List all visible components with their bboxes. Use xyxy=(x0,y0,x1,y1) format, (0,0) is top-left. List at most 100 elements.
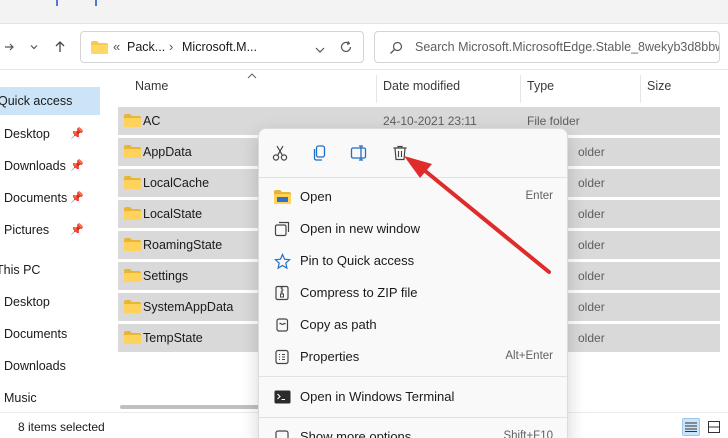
menu-item-open-new-window[interactable]: Open in new window xyxy=(263,213,565,244)
menu-item-properties[interactable]: Properties Alt+Enter xyxy=(263,341,565,372)
context-quick-actions xyxy=(259,129,567,177)
zip-icon xyxy=(273,284,291,302)
row-name: LocalCache xyxy=(143,176,210,190)
folder-icon xyxy=(124,145,141,161)
folder-icon xyxy=(124,207,141,223)
column-divider[interactable] xyxy=(640,75,641,103)
breadcrumb-chevron-icon[interactable]: › xyxy=(169,39,173,54)
folder-icon xyxy=(124,331,141,347)
breadcrumb-overflow-icon[interactable]: « xyxy=(113,39,120,54)
menu-item-label: Open in Windows Terminal xyxy=(300,389,455,404)
tiles-view-icon[interactable] xyxy=(705,418,723,436)
row-type: older xyxy=(578,300,605,314)
pin-icon: 📌 xyxy=(70,224,84,236)
menu-item-label: Pin to Quick access xyxy=(300,253,415,268)
sidebar-item-pc-music[interactable]: Music xyxy=(0,384,100,412)
copy-path-icon xyxy=(273,316,291,334)
menu-item-label: Properties xyxy=(300,349,360,364)
menu-divider xyxy=(259,417,567,418)
row-name: SystemAppData xyxy=(143,300,234,314)
menu-item-open-windows-terminal[interactable]: Open in Windows Terminal xyxy=(263,381,565,412)
row-type: older xyxy=(578,238,605,252)
search-placeholder: Search Microsoft.MicrosoftEdge.Stable_8w… xyxy=(415,40,720,54)
up-arrow-icon[interactable] xyxy=(51,38,69,56)
column-header-date-modified[interactable]: Date modified xyxy=(383,79,460,93)
folder-icon xyxy=(124,238,141,254)
sidebar-item-label: Downloads xyxy=(4,359,66,373)
delete-icon[interactable] xyxy=(387,141,413,165)
sidebar-item-label: Documents xyxy=(4,327,68,341)
menu-item-label: Open xyxy=(300,189,332,204)
pin-icon: 📌 xyxy=(70,128,84,140)
row-name: TempState xyxy=(143,331,203,345)
row-type: older xyxy=(578,207,605,221)
folder-icon xyxy=(124,269,141,285)
sidebar-item-downloads[interactable]: Downloads 📌 xyxy=(0,152,100,180)
breadcrumb-item[interactable]: Pack... xyxy=(127,40,165,54)
menu-divider xyxy=(259,177,567,178)
search-icon xyxy=(389,41,403,58)
title-bar-tab-edge xyxy=(95,0,97,6)
menu-item-label: Open in new window xyxy=(300,221,420,236)
breadcrumb-item[interactable]: Microsoft.M... xyxy=(182,40,257,54)
title-bar-strip xyxy=(0,0,728,24)
column-header-size[interactable]: Size xyxy=(647,79,671,93)
new-window-icon xyxy=(273,220,291,238)
menu-item-open[interactable]: Open Enter xyxy=(263,181,565,212)
folder-open-icon xyxy=(273,188,291,206)
row-name: AC xyxy=(143,114,161,128)
pin-icon: 📌 xyxy=(70,192,84,204)
sidebar-item-pc-documents[interactable]: Documents xyxy=(0,320,100,348)
context-menu: Open Enter Open in new window Pin to Qui… xyxy=(258,128,568,438)
column-divider[interactable] xyxy=(376,75,377,103)
sidebar-item-desktop[interactable]: Desktop 📌 xyxy=(0,120,100,148)
menu-item-shortcut: Alt+Enter xyxy=(505,350,553,362)
menu-item-show-more-options[interactable]: Show more options Shift+F10 xyxy=(263,421,565,438)
cut-icon[interactable] xyxy=(267,141,293,165)
column-header-type[interactable]: Type xyxy=(527,79,554,93)
star-icon xyxy=(273,252,291,270)
row-type: older xyxy=(578,269,605,283)
sidebar-item-label: Desktop xyxy=(4,127,50,141)
menu-item-copy-as-path[interactable]: Copy as path xyxy=(263,309,565,340)
sidebar-item-label: Desktop xyxy=(4,295,50,309)
sidebar-item-label: This PC xyxy=(0,263,41,277)
row-type: File folder xyxy=(527,114,580,128)
sidebar-item-pictures[interactable]: Pictures 📌 xyxy=(0,216,100,244)
search-input[interactable]: Search Microsoft.MicrosoftEdge.Stable_8w… xyxy=(374,31,720,63)
address-dropdown-chevron-icon[interactable] xyxy=(315,43,325,57)
folder-icon xyxy=(124,176,141,192)
sort-ascending-icon xyxy=(247,71,257,82)
details-view-icon[interactable] xyxy=(682,418,700,436)
menu-item-pin-quick-access[interactable]: Pin to Quick access xyxy=(263,245,565,276)
selection-count: 8 items selected xyxy=(18,420,105,434)
copy-icon[interactable] xyxy=(307,141,333,165)
refresh-icon[interactable] xyxy=(339,40,353,57)
column-header-name[interactable]: Name xyxy=(135,79,168,93)
row-type: older xyxy=(578,331,605,345)
sidebar-item-this-pc[interactable]: This PC xyxy=(0,256,100,284)
menu-item-compress-zip[interactable]: Compress to ZIP file xyxy=(263,277,565,308)
title-bar-tab-edge xyxy=(56,0,58,6)
folder-icon xyxy=(91,41,108,57)
menu-item-label: Show more options xyxy=(300,429,412,438)
sidebar-item-label: Music xyxy=(4,391,37,405)
navigation-bar: « Pack... › Microsoft.M... Search Micros… xyxy=(0,24,728,70)
recent-locations-chevron-icon[interactable] xyxy=(25,38,43,56)
menu-item-shortcut: Shift+F10 xyxy=(503,430,553,438)
sidebar-item-quick-access[interactable]: Quick access xyxy=(0,87,100,115)
column-divider[interactable] xyxy=(520,75,521,103)
menu-item-label: Copy as path xyxy=(300,317,377,332)
rename-icon[interactable] xyxy=(347,141,373,165)
row-name: AppData xyxy=(143,145,192,159)
sidebar-item-pc-downloads[interactable]: Downloads xyxy=(0,352,100,380)
menu-divider xyxy=(259,376,567,377)
terminal-icon xyxy=(273,388,291,406)
forward-icon[interactable] xyxy=(0,38,18,56)
sidebar-item-pc-desktop[interactable]: Desktop xyxy=(0,288,100,316)
folder-icon xyxy=(124,300,141,316)
address-bar[interactable]: « Pack... › Microsoft.M... xyxy=(80,31,364,63)
properties-icon xyxy=(273,348,291,366)
row-name: LocalState xyxy=(143,207,203,221)
sidebar-item-documents[interactable]: Documents 📌 xyxy=(0,184,100,212)
